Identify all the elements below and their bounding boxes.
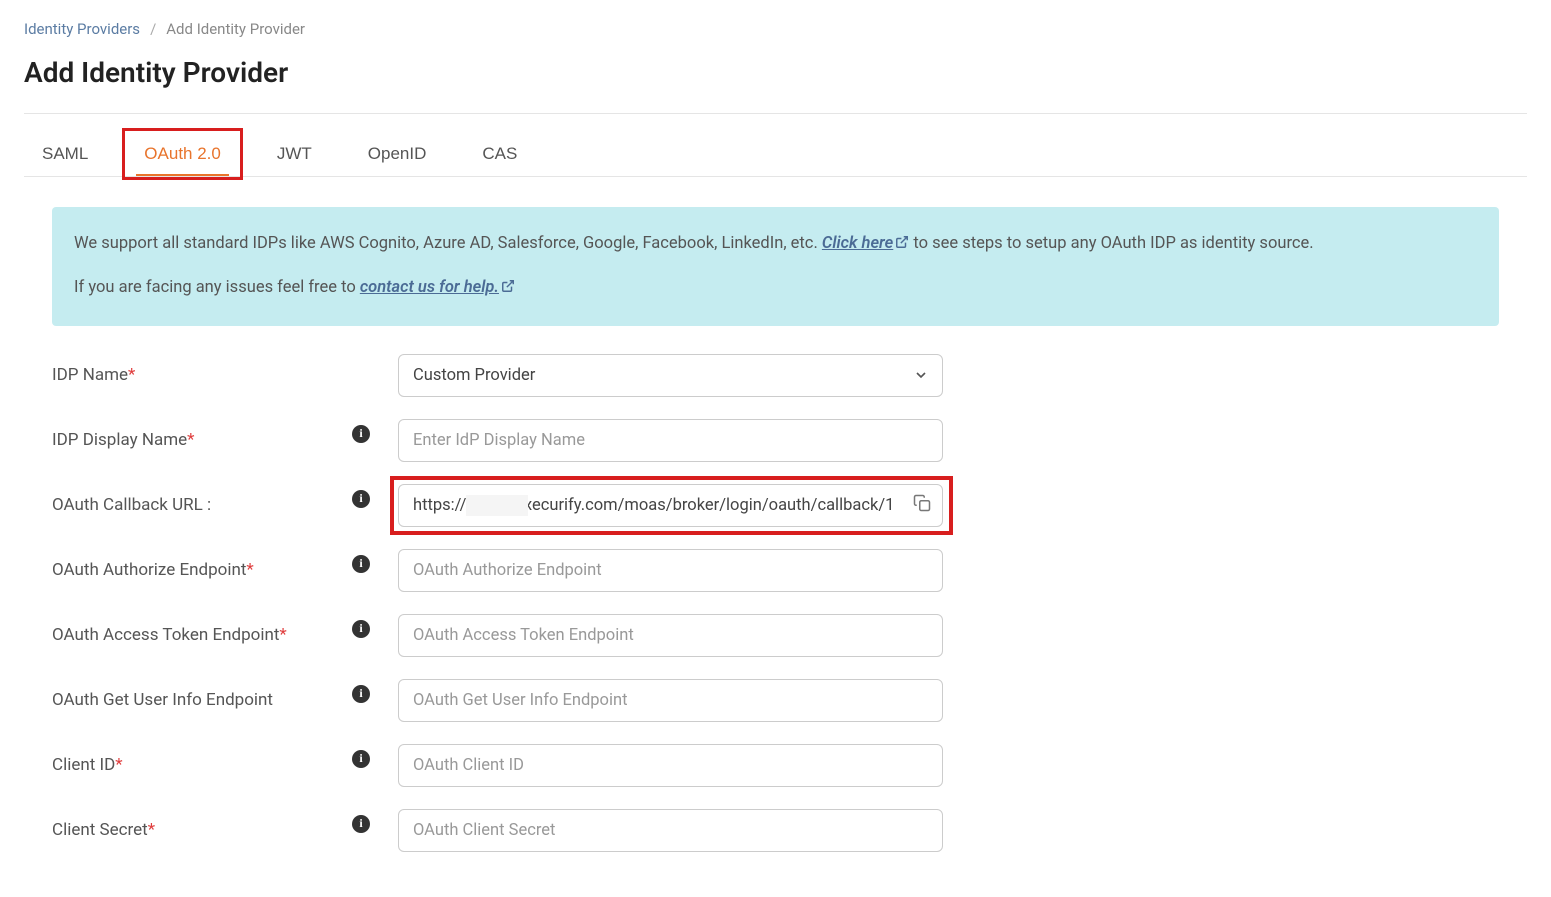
access-token-endpoint-input[interactable] — [398, 614, 943, 657]
breadcrumb-current: Add Identity Provider — [166, 20, 305, 38]
idp-name-select[interactable]: Custom Provider — [398, 354, 943, 397]
tab-openid[interactable]: OpenID — [350, 132, 445, 176]
tab-saml[interactable]: SAML — [24, 132, 106, 176]
row-callback-url: OAuth Callback URL : i — [52, 484, 1499, 527]
label-client-secret: Client Secret* — [52, 820, 352, 840]
tab-cas[interactable]: CAS — [464, 132, 535, 176]
info-icon[interactable]: i — [352, 685, 370, 703]
banner-text-1b: to see steps to setup any OAuth IDP as i… — [909, 234, 1313, 253]
client-secret-input[interactable] — [398, 809, 943, 852]
label-client-id: Client ID* — [52, 755, 352, 775]
row-idp-name: IDP Name* Custom Provider — [52, 354, 1499, 397]
label-idp-display-name: IDP Display Name* — [52, 430, 352, 450]
callback-url-input[interactable] — [398, 484, 943, 527]
breadcrumb: Identity Providers / Add Identity Provid… — [24, 20, 1527, 38]
authorize-endpoint-input[interactable] — [398, 549, 943, 592]
row-client-id: Client ID* i — [52, 744, 1499, 787]
info-icon[interactable]: i — [352, 490, 370, 508]
info-icon[interactable]: i — [352, 425, 370, 443]
info-banner: We support all standard IDPs like AWS Co… — [52, 207, 1499, 326]
external-link-icon — [895, 235, 909, 249]
tab-oauth[interactable]: OAuth 2.0 — [126, 132, 239, 176]
info-icon[interactable]: i — [352, 620, 370, 638]
click-here-link[interactable]: Click here — [822, 234, 909, 253]
copy-icon[interactable] — [913, 494, 931, 516]
page-title: Add Identity Provider — [24, 56, 1527, 89]
label-idp-name: IDP Name* — [52, 365, 352, 385]
tabs-container: SAML OAuth 2.0 JWT OpenID CAS — [24, 114, 1527, 177]
client-id-input[interactable] — [398, 744, 943, 787]
tab-jwt[interactable]: JWT — [259, 132, 330, 176]
banner-text-2a: If you are facing any issues feel free t… — [74, 278, 360, 297]
info-icon[interactable]: i — [352, 815, 370, 833]
row-access-token-endpoint: OAuth Access Token Endpoint* i — [52, 614, 1499, 657]
row-authorize-endpoint: OAuth Authorize Endpoint* i — [52, 549, 1499, 592]
row-user-info-endpoint: OAuth Get User Info Endpoint i — [52, 679, 1499, 722]
idp-display-name-input[interactable] — [398, 419, 943, 462]
banner-text-1a: We support all standard IDPs like AWS Co… — [74, 234, 822, 253]
contact-us-link[interactable]: contact us for help. — [360, 278, 515, 297]
info-icon[interactable]: i — [352, 750, 370, 768]
breadcrumb-parent-link[interactable]: Identity Providers — [24, 20, 140, 38]
row-client-secret: Client Secret* i — [52, 809, 1499, 852]
label-access-token-endpoint: OAuth Access Token Endpoint* — [52, 625, 352, 645]
banner-line-2: If you are facing any issues feel free t… — [74, 275, 1477, 301]
tab-content: We support all standard IDPs like AWS Co… — [24, 177, 1527, 852]
breadcrumb-separator: / — [150, 20, 156, 38]
banner-line-1: We support all standard IDPs like AWS Co… — [74, 231, 1477, 257]
label-user-info-endpoint: OAuth Get User Info Endpoint — [52, 690, 352, 710]
label-authorize-endpoint: OAuth Authorize Endpoint* — [52, 560, 352, 580]
user-info-endpoint-input[interactable] — [398, 679, 943, 722]
info-icon[interactable]: i — [352, 555, 370, 573]
label-callback-url: OAuth Callback URL : — [52, 495, 352, 515]
row-idp-display-name: IDP Display Name* i — [52, 419, 1499, 462]
external-link-icon — [501, 279, 515, 293]
